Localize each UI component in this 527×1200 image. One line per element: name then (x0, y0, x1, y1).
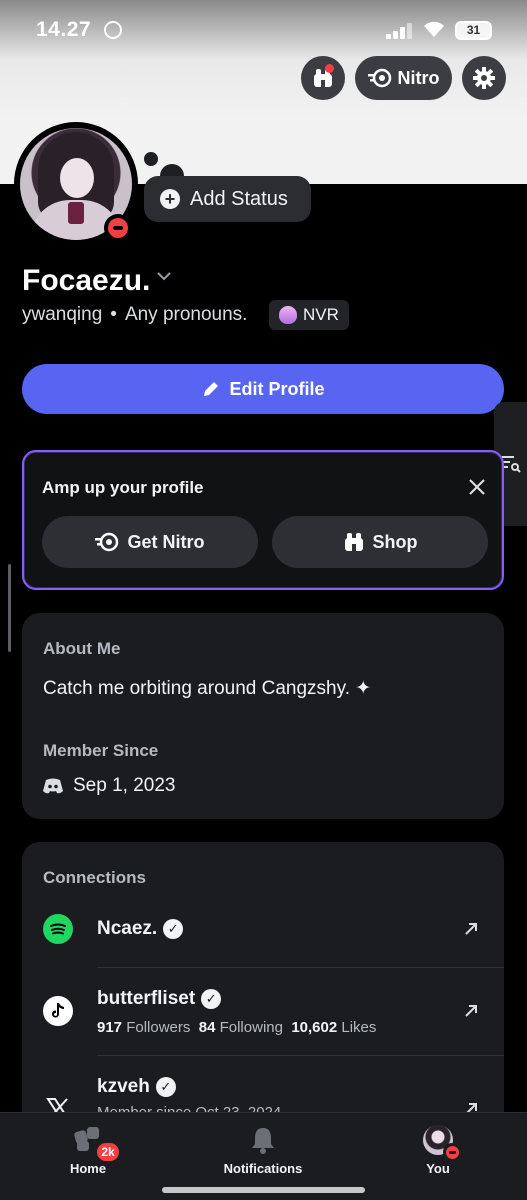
divider (97, 967, 504, 968)
gear-icon (473, 67, 495, 89)
connections-card: Connections Ncaez. ✓ butterfliset ✓ 917 … (22, 842, 504, 1142)
about-card: About Me Catch me orbiting around Cangzs… (22, 613, 504, 819)
about-me-text: Catch me orbiting around Cangzshy. ✦ (43, 678, 372, 699)
wifi-icon (424, 21, 444, 37)
connection-name: butterfliset (97, 988, 196, 1009)
get-nitro-label: Get Nitro (127, 531, 205, 552)
nitro-icon (367, 68, 391, 88)
battery-icon: 31 (455, 21, 492, 40)
status-bar: 14.27 31 (0, 0, 527, 60)
notification-dot (325, 64, 334, 73)
member-since-label: Member Since (43, 741, 159, 760)
edit-profile-label: Edit Profile (229, 378, 325, 399)
following-label: Following (219, 1019, 283, 1036)
settings-button[interactable] (462, 56, 506, 100)
nav-you[interactable]: You (378, 1125, 498, 1176)
nitro-label: Nitro (397, 67, 440, 88)
nav-home[interactable]: 2k Home (28, 1125, 148, 1176)
amp-up-card: Amp up your profile Get Nitro Shop (22, 450, 504, 590)
profile-subline: ywanqing • Any pronouns. (22, 304, 247, 326)
external-link-icon[interactable] (462, 920, 480, 938)
spotify-icon (43, 914, 73, 944)
clan-tag[interactable]: NVR (269, 300, 349, 330)
member-since-row: Sep 1, 2023 (43, 775, 175, 797)
nav-notifications[interactable]: Notifications (203, 1125, 323, 1176)
amp-up-title: Amp up your profile (42, 478, 204, 497)
followers-count: 917 (97, 1019, 123, 1036)
status-bubble-small (144, 152, 158, 166)
add-status-label: Add Status (190, 187, 288, 210)
connection-name: kzveh (97, 1076, 150, 1097)
connection-row-tiktok[interactable]: butterfliset ✓ 917 Followers 84 Followin… (22, 972, 504, 1058)
connections-label: Connections (43, 868, 146, 887)
nav-you-label: You (426, 1161, 450, 1176)
divider (97, 1055, 504, 1056)
edit-profile-button[interactable]: Edit Profile (22, 364, 504, 414)
verified-icon: ✓ (163, 919, 184, 939)
likes-label: Likes (341, 1019, 377, 1036)
get-nitro-button[interactable]: Get Nitro (42, 516, 258, 568)
clan-tag-label: NVR (303, 305, 339, 324)
following-count: 84 (198, 1019, 216, 1036)
bell-icon (252, 1128, 274, 1154)
followers-label: Followers (126, 1019, 191, 1036)
display-name[interactable]: Focaezu. (22, 264, 150, 298)
nitro-button[interactable]: Nitro (355, 56, 452, 100)
add-status-button[interactable]: + Add Status (144, 176, 311, 222)
whatsapp-icon (104, 21, 122, 39)
verified-icon: ✓ (155, 1077, 176, 1097)
home-indicator[interactable] (162, 1187, 365, 1193)
signal-icon (386, 23, 414, 39)
shop-card-button[interactable]: Shop (272, 516, 488, 568)
chevron-down-icon[interactable] (156, 268, 172, 284)
pencil-icon (204, 382, 219, 396)
connection-name: Ncaez. (97, 918, 158, 939)
likes-count: 10,602 (291, 1019, 338, 1036)
discord-icon (43, 778, 63, 794)
shop-label: Shop (372, 531, 418, 552)
plus-icon: + (160, 189, 180, 209)
status-time: 14.27 (36, 18, 92, 41)
dnd-status-icon (104, 214, 132, 242)
close-icon[interactable] (466, 476, 488, 498)
scrollbar[interactable] (8, 564, 11, 652)
separator: • (110, 304, 117, 325)
dnd-status-icon (443, 1143, 461, 1161)
tiktok-stats: 917 Followers 84 Following 10,602 Likes (97, 1019, 376, 1036)
member-since-date: Sep 1, 2023 (73, 775, 176, 796)
nitro-icon (95, 532, 119, 552)
shop-button[interactable] (301, 56, 345, 100)
about-me-label: About Me (43, 639, 121, 658)
shop-icon (344, 533, 363, 551)
pronouns: Any pronouns. (124, 304, 248, 325)
username: ywanqing (22, 304, 103, 325)
external-link-icon[interactable] (462, 1002, 480, 1020)
verified-icon: ✓ (201, 989, 222, 1009)
nav-notifications-label: Notifications (223, 1161, 303, 1176)
nav-home-label: Home (69, 1161, 107, 1176)
home-badge: 2k (95, 1141, 121, 1163)
clan-tag-icon (279, 306, 297, 324)
tiktok-icon (43, 996, 73, 1026)
